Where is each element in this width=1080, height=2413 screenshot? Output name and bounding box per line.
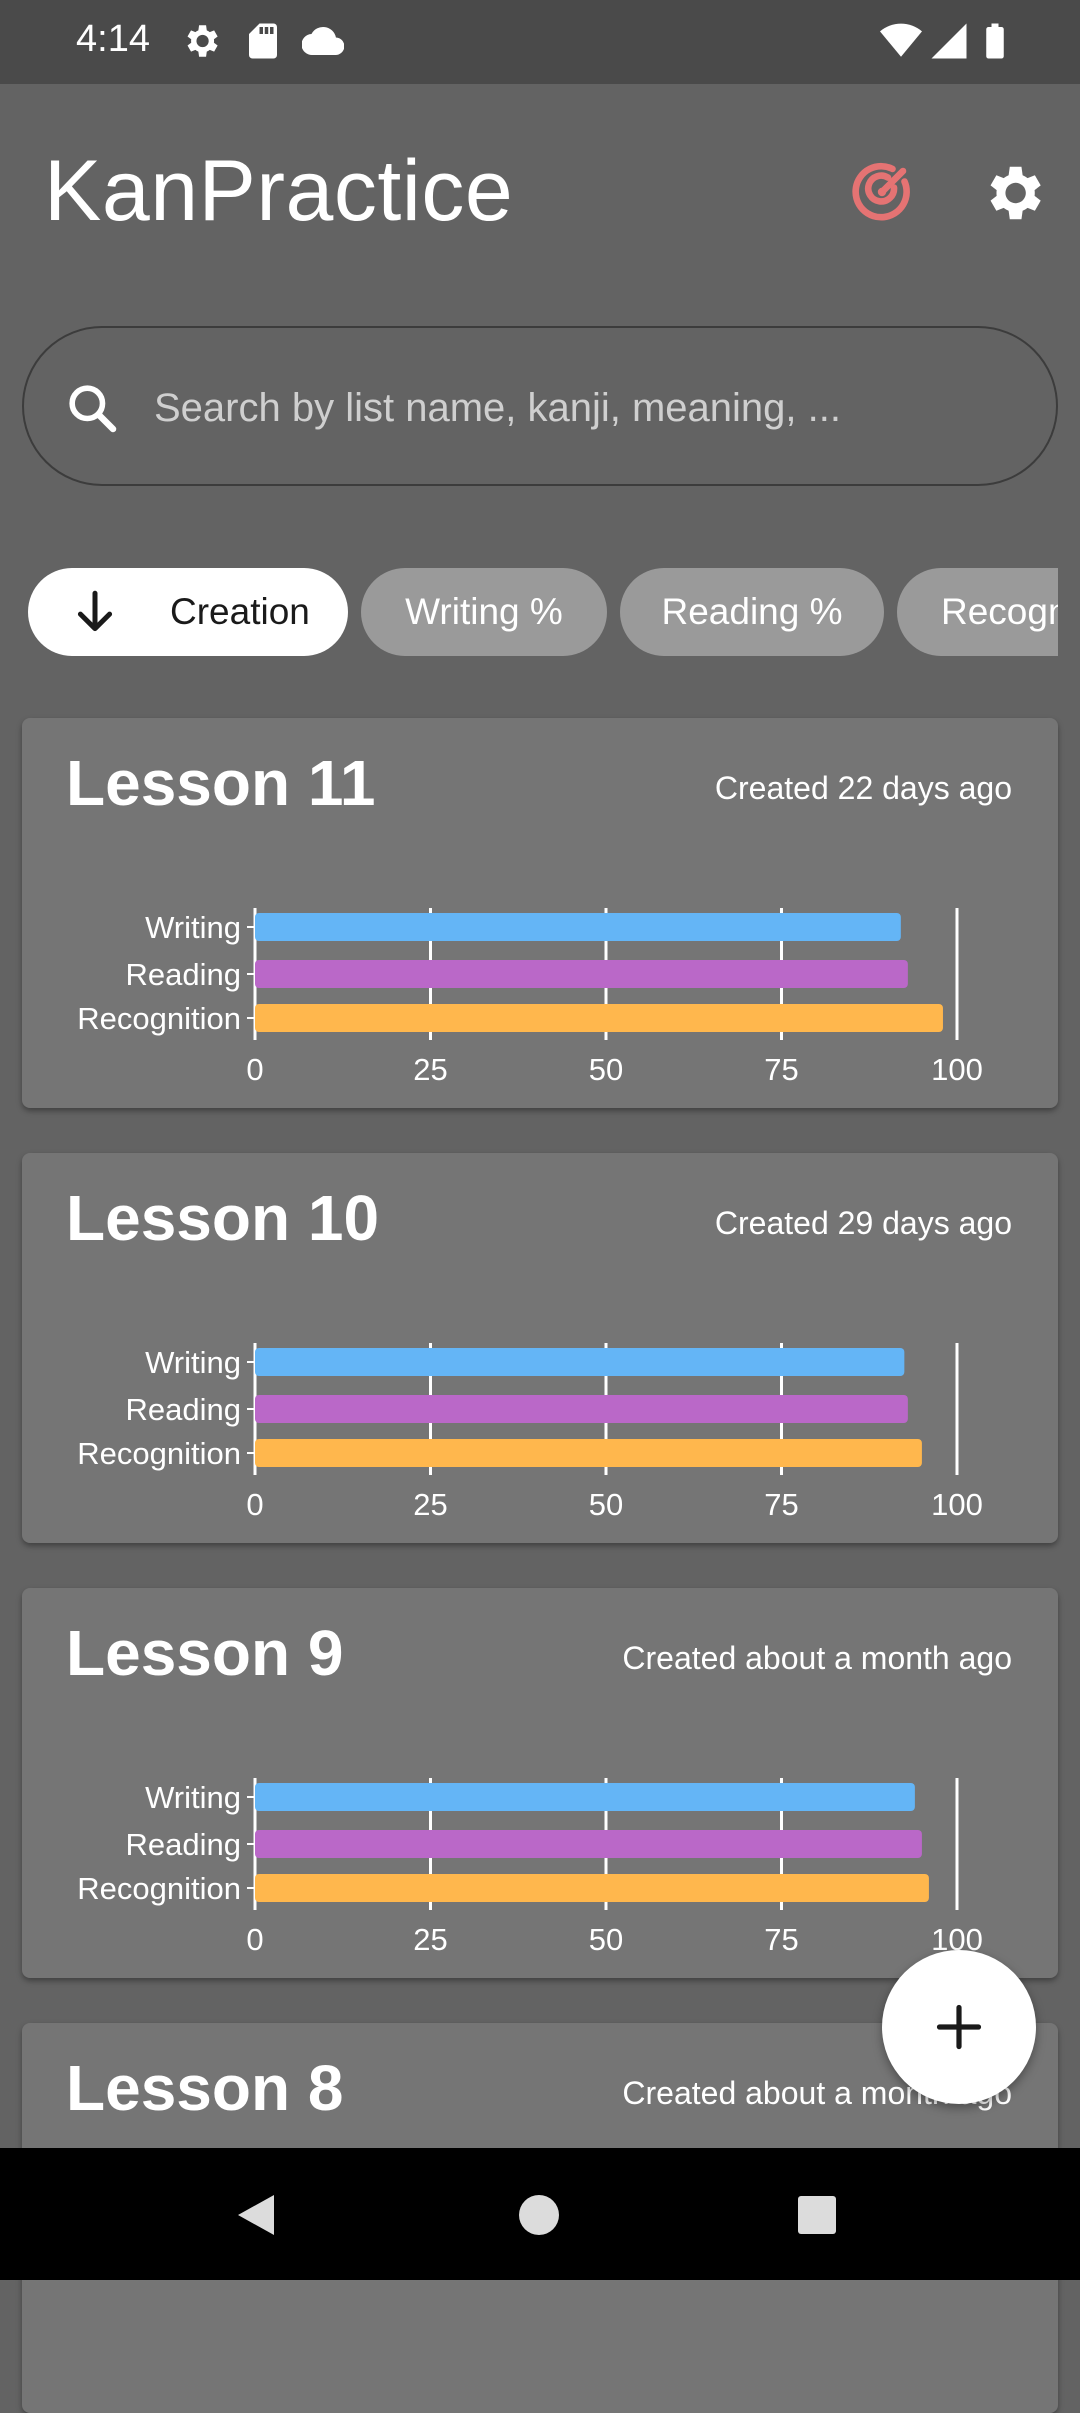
bar-recognition xyxy=(255,1439,922,1467)
arrow-down-icon xyxy=(77,590,113,632)
lesson-card[interactable]: Lesson 11 Created 22 days ago 0 25 50 75 100… xyxy=(22,718,1058,1108)
tick-label: 50 xyxy=(589,1922,623,1957)
category-label: Reading xyxy=(126,957,241,992)
chip-label: Writing % xyxy=(405,591,563,632)
category-label: Reading xyxy=(126,1392,241,1427)
lesson-card[interactable]: Lesson 10 Created 29 days ago 0 25 50 75 100… xyxy=(22,1153,1058,1543)
chip-recognition[interactable]: Recogn xyxy=(897,568,1058,656)
signal-icon xyxy=(931,23,967,59)
bar-reading xyxy=(255,1830,922,1858)
category-label: Recognition xyxy=(77,1001,241,1036)
tick-label: 75 xyxy=(764,1052,798,1087)
chip-label: Reading % xyxy=(661,591,843,632)
tick-label: 0 xyxy=(246,1487,263,1522)
page-title: KanPractice xyxy=(44,143,514,239)
home-icon[interactable] xyxy=(518,2194,560,2236)
category-label: Writing xyxy=(145,910,241,945)
tick-label: 0 xyxy=(246,1922,263,1957)
tick-label: 0 xyxy=(246,1052,263,1087)
tick-label: 50 xyxy=(589,1487,623,1522)
tick-label: 75 xyxy=(764,1922,798,1957)
tick-label: 100 xyxy=(931,1487,983,1522)
status-bar: 4:14 xyxy=(0,0,1080,84)
recents-icon[interactable] xyxy=(797,2195,837,2235)
settings-icon[interactable] xyxy=(978,158,1048,228)
tick-label: 25 xyxy=(413,1052,447,1087)
bar-writing xyxy=(255,1348,905,1376)
search-icon xyxy=(69,385,117,433)
battery-icon xyxy=(986,23,1004,59)
add-list-button[interactable] xyxy=(882,1950,1036,2104)
status-time: 4:14 xyxy=(76,18,150,60)
sd-card-icon xyxy=(249,23,277,59)
chip-creation[interactable]: Creation xyxy=(28,568,348,656)
bar-writing xyxy=(255,913,901,941)
bar-reading xyxy=(255,1395,908,1423)
gear-icon xyxy=(187,25,218,57)
chip-label: Recogn xyxy=(941,591,1058,632)
category-label: Reading xyxy=(126,1827,241,1862)
cloud-icon xyxy=(302,26,344,56)
tick-label: 75 xyxy=(764,1487,798,1522)
tick-label: 50 xyxy=(589,1052,623,1087)
category-label: Recognition xyxy=(77,1871,241,1906)
category-label: Writing xyxy=(145,1345,241,1380)
lesson-card[interactable]: Lesson 9 Created about a month ago 0 25 50… xyxy=(22,1588,1058,1978)
sort-chips: Creation Writing % Reading % Recogn xyxy=(0,568,1058,658)
search-bar[interactable] xyxy=(22,326,1058,486)
back-icon[interactable] xyxy=(234,2192,278,2238)
bar-recognition xyxy=(255,1874,929,1902)
plus-icon xyxy=(936,2004,982,2050)
bar-recognition xyxy=(255,1004,943,1032)
chip-reading[interactable]: Reading % xyxy=(620,568,884,656)
tick-label: 100 xyxy=(931,1052,983,1087)
bar-reading xyxy=(255,960,908,988)
lesson-title: Lesson 8 xyxy=(66,2052,344,2124)
lesson-chart: 0 25 50 75 100WritingReadingRecognition xyxy=(77,1778,983,1957)
navigation-bar xyxy=(0,2148,1080,2280)
chip-writing[interactable]: Writing % xyxy=(361,568,607,656)
lesson-chart: 0 25 50 75 100 Writing Reading Recognition xyxy=(77,908,983,1087)
tick-label: 25 xyxy=(413,1487,447,1522)
tick-label: 25 xyxy=(413,1922,447,1957)
search-input[interactable] xyxy=(154,368,1014,448)
target-icon[interactable] xyxy=(846,156,918,228)
lesson-chart: 0 25 50 75 100 Writing Reading Recognition xyxy=(77,1343,983,1522)
bar-writing xyxy=(255,1783,915,1811)
wifi-icon xyxy=(880,23,922,57)
category-label: Writing xyxy=(145,1780,241,1815)
category-label: Recognition xyxy=(77,1436,241,1471)
chip-label: Creation xyxy=(170,591,310,632)
